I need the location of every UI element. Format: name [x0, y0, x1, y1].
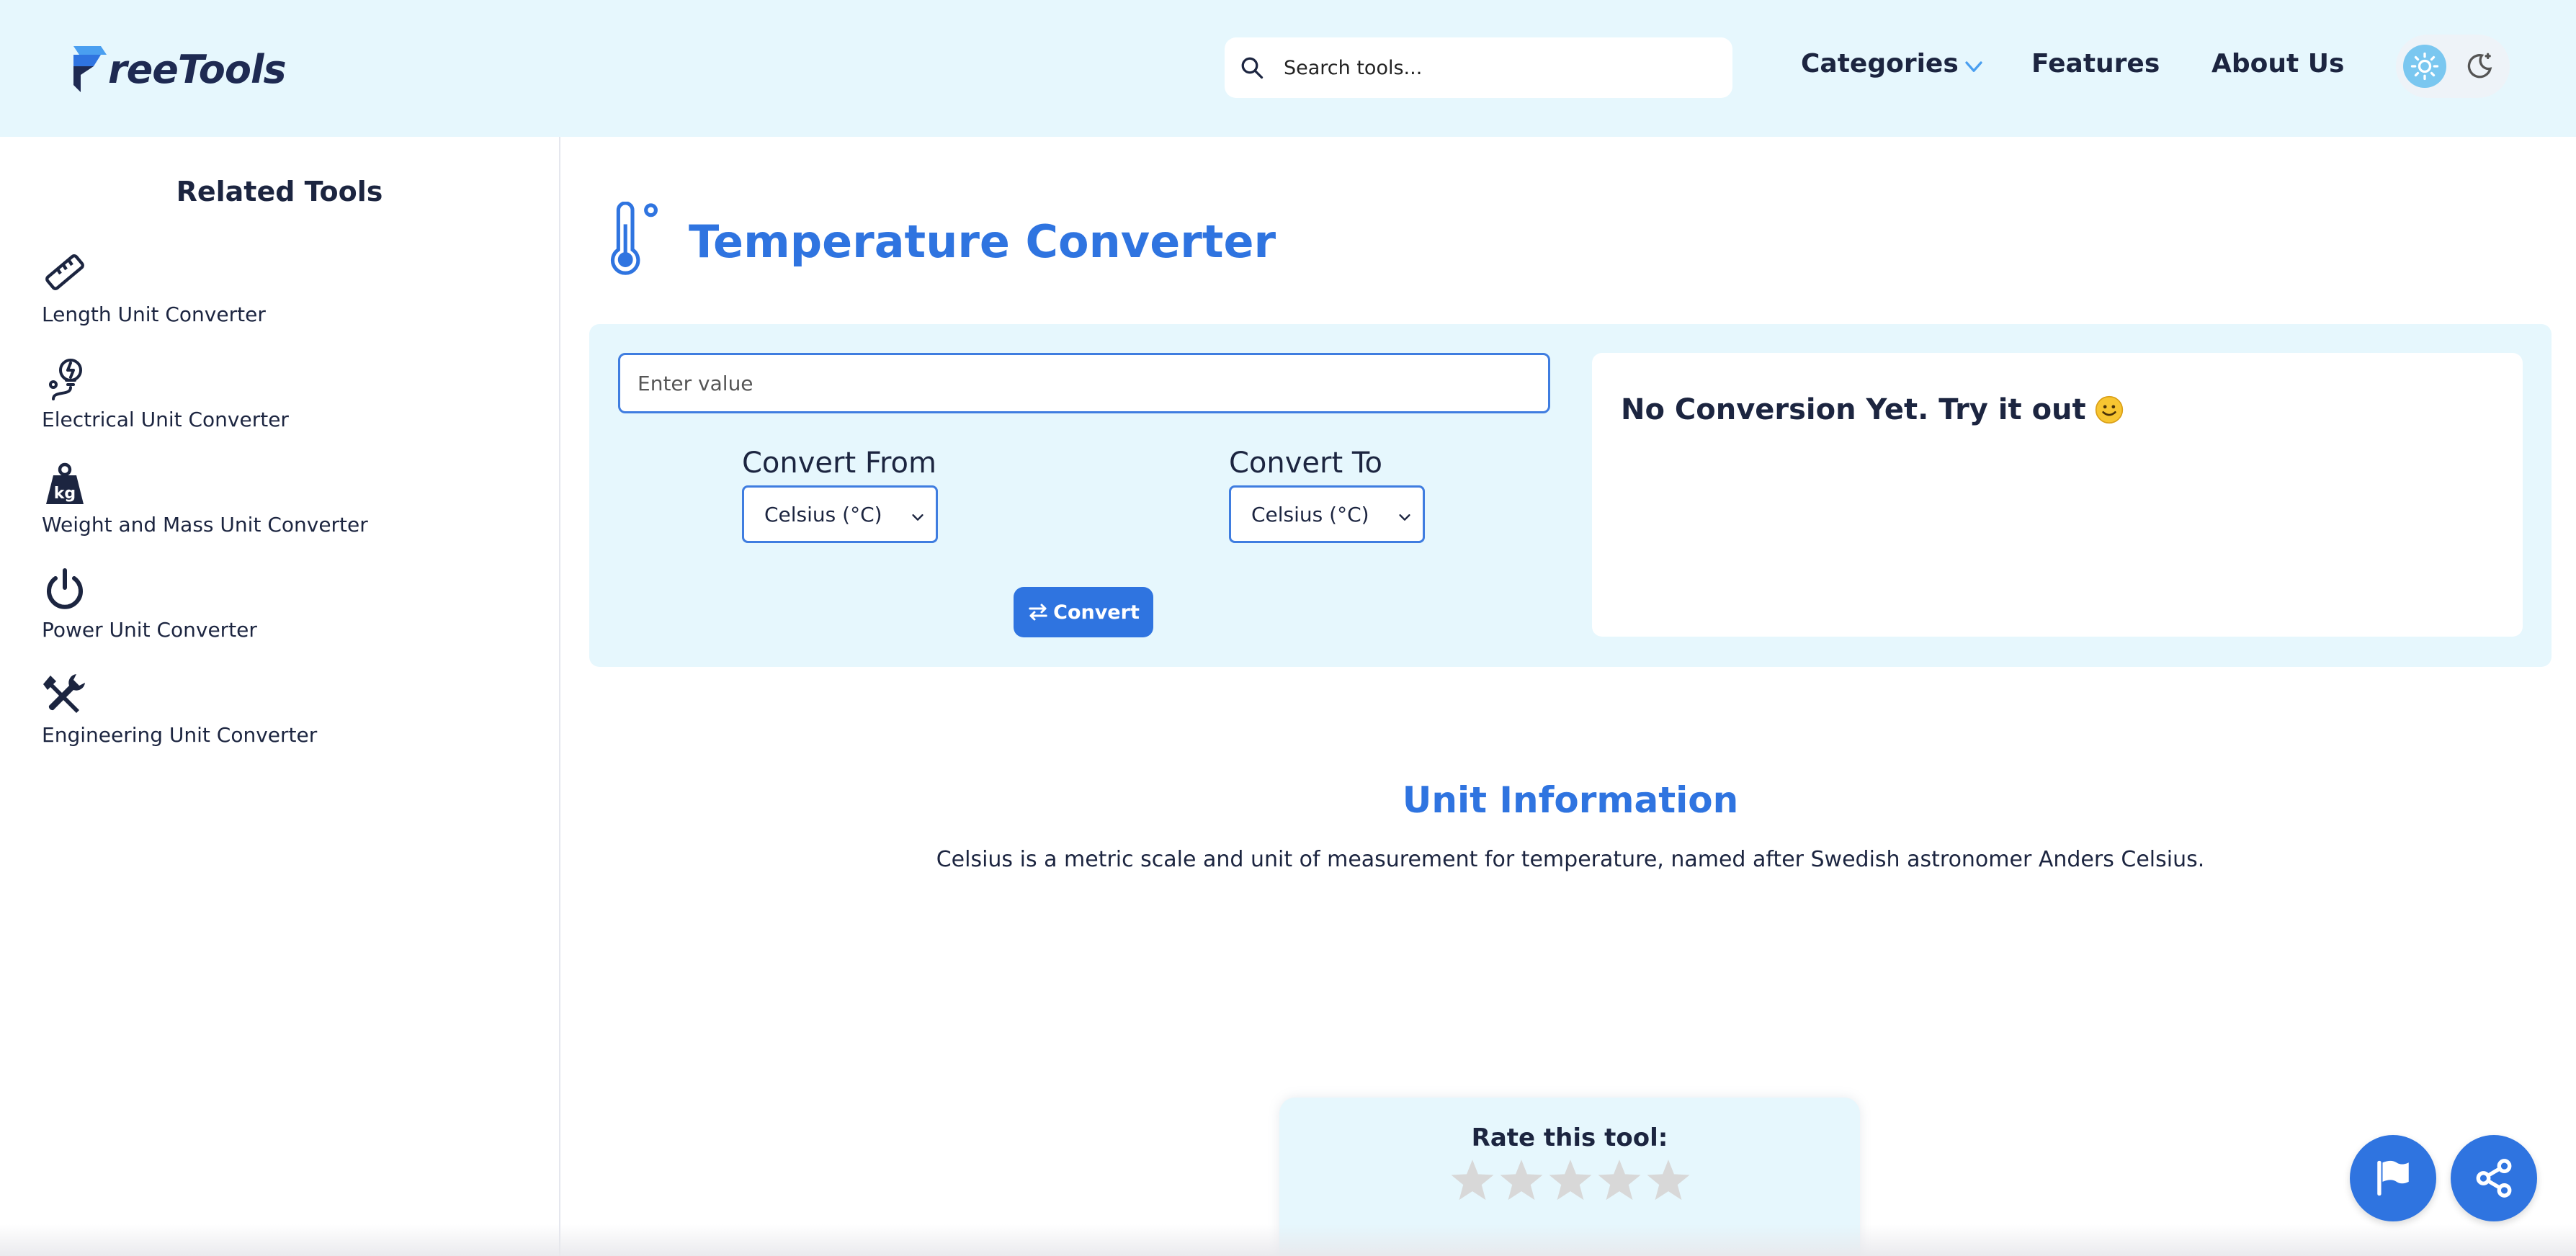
convert-from-label: Convert From	[742, 447, 936, 480]
sidebar-item-label: Length Unit Converter	[42, 302, 266, 326]
flag-icon	[2377, 1160, 2409, 1196]
star-icon[interactable]	[1644, 1157, 1693, 1206]
search-icon	[1241, 57, 1264, 79]
share-icon	[2476, 1159, 2512, 1198]
convert-from-value: Celsius (°C)	[764, 502, 882, 526]
sun-icon	[2410, 52, 2439, 81]
smiley-emoji-icon	[2095, 395, 2123, 424]
nav-about-label: About Us	[2211, 49, 2345, 78]
sidebar-item-power[interactable]: Power Unit Converter	[42, 566, 546, 642]
logo[interactable]: reeTools	[72, 43, 287, 95]
sidebar: Related Tools Length Unit Converter Elec…	[0, 137, 560, 1256]
chevron-down-icon	[1965, 60, 1982, 72]
moon-icon	[2467, 53, 2492, 78]
result-box: No Conversion Yet. Try it out	[1592, 353, 2523, 637]
dark-mode-button[interactable]	[2458, 45, 2501, 88]
power-icon	[47, 568, 83, 609]
sidebar-item-length[interactable]: Length Unit Converter	[42, 251, 546, 326]
rating-title: Rate this tool:	[1471, 1123, 1668, 1152]
ruler-icon	[45, 254, 84, 290]
convert-from-select[interactable]: Celsius (°C)	[742, 485, 938, 543]
convert-button-label: Convert	[1053, 601, 1140, 624]
bottom-shadow	[0, 1224, 2576, 1256]
sidebar-item-label: Power Unit Converter	[42, 618, 257, 642]
nav-features[interactable]: Features	[2031, 49, 2160, 78]
chevron-down-icon	[912, 514, 923, 521]
svg-text:kg: kg	[54, 485, 76, 503]
sidebar-item-electrical[interactable]: Electrical Unit Converter	[42, 356, 546, 431]
result-message: No Conversion Yet. Try it out	[1621, 393, 2124, 426]
nav-features-label: Features	[2031, 49, 2160, 78]
unit-information-text: Celsius is a metric scale and unit of me…	[936, 847, 2205, 872]
page-title: Temperature Converter	[689, 215, 1276, 268]
swap-arrows-icon	[1029, 604, 1047, 621]
tools-icon	[43, 674, 85, 713]
sidebar-item-label: Electrical Unit Converter	[42, 408, 289, 431]
sidebar-item-weight[interactable]: kg Weight and Mass Unit Converter	[42, 461, 546, 537]
star-icon[interactable]	[1546, 1157, 1595, 1206]
search-input[interactable]	[1284, 56, 1687, 79]
logo-text: reeTools	[108, 46, 287, 92]
convert-to-label: Convert To	[1229, 447, 1382, 480]
star-icon[interactable]	[1497, 1157, 1546, 1206]
star-rating[interactable]	[1448, 1157, 1693, 1206]
convert-button[interactable]: Convert	[1014, 587, 1153, 637]
result-text: No Conversion Yet. Try it out	[1621, 393, 2086, 426]
sidebar-item-label: Engineering Unit Converter	[42, 723, 318, 747]
share-button[interactable]	[2451, 1135, 2537, 1221]
sidebar-item-engineering[interactable]: Engineering Unit Converter	[42, 671, 546, 747]
value-input[interactable]	[618, 353, 1550, 413]
sidebar-item-label: Weight and Mass Unit Converter	[42, 513, 368, 537]
light-mode-button[interactable]	[2403, 45, 2446, 88]
header: reeTools Categories Features About Us	[0, 0, 2576, 137]
chevron-down-icon	[1399, 514, 1410, 521]
electric-bulb-icon	[49, 359, 82, 400]
weight-kg-icon: kg	[46, 462, 84, 504]
sidebar-title: Related Tools	[176, 176, 383, 207]
search-bar[interactable]	[1225, 37, 1732, 98]
star-icon[interactable]	[1448, 1157, 1497, 1206]
star-icon[interactable]	[1595, 1157, 1644, 1206]
thermometer-icon	[610, 202, 658, 275]
unit-information-title: Unit Information	[1402, 779, 1739, 821]
nav-about-us[interactable]: About Us	[2211, 49, 2344, 78]
report-button[interactable]	[2350, 1135, 2436, 1221]
convert-to-value: Celsius (°C)	[1251, 502, 1369, 526]
page-header: Temperature Converter	[604, 202, 1276, 281]
nav-categories-label: Categories	[1801, 49, 1959, 78]
converter-panel: Convert From Convert To Celsius (°C) Cel…	[589, 324, 2552, 667]
logo-icon	[73, 46, 107, 92]
convert-to-select[interactable]: Celsius (°C)	[1229, 485, 1425, 543]
theme-toggle[interactable]	[2396, 35, 2510, 98]
nav-categories[interactable]: Categories	[1801, 49, 1985, 78]
